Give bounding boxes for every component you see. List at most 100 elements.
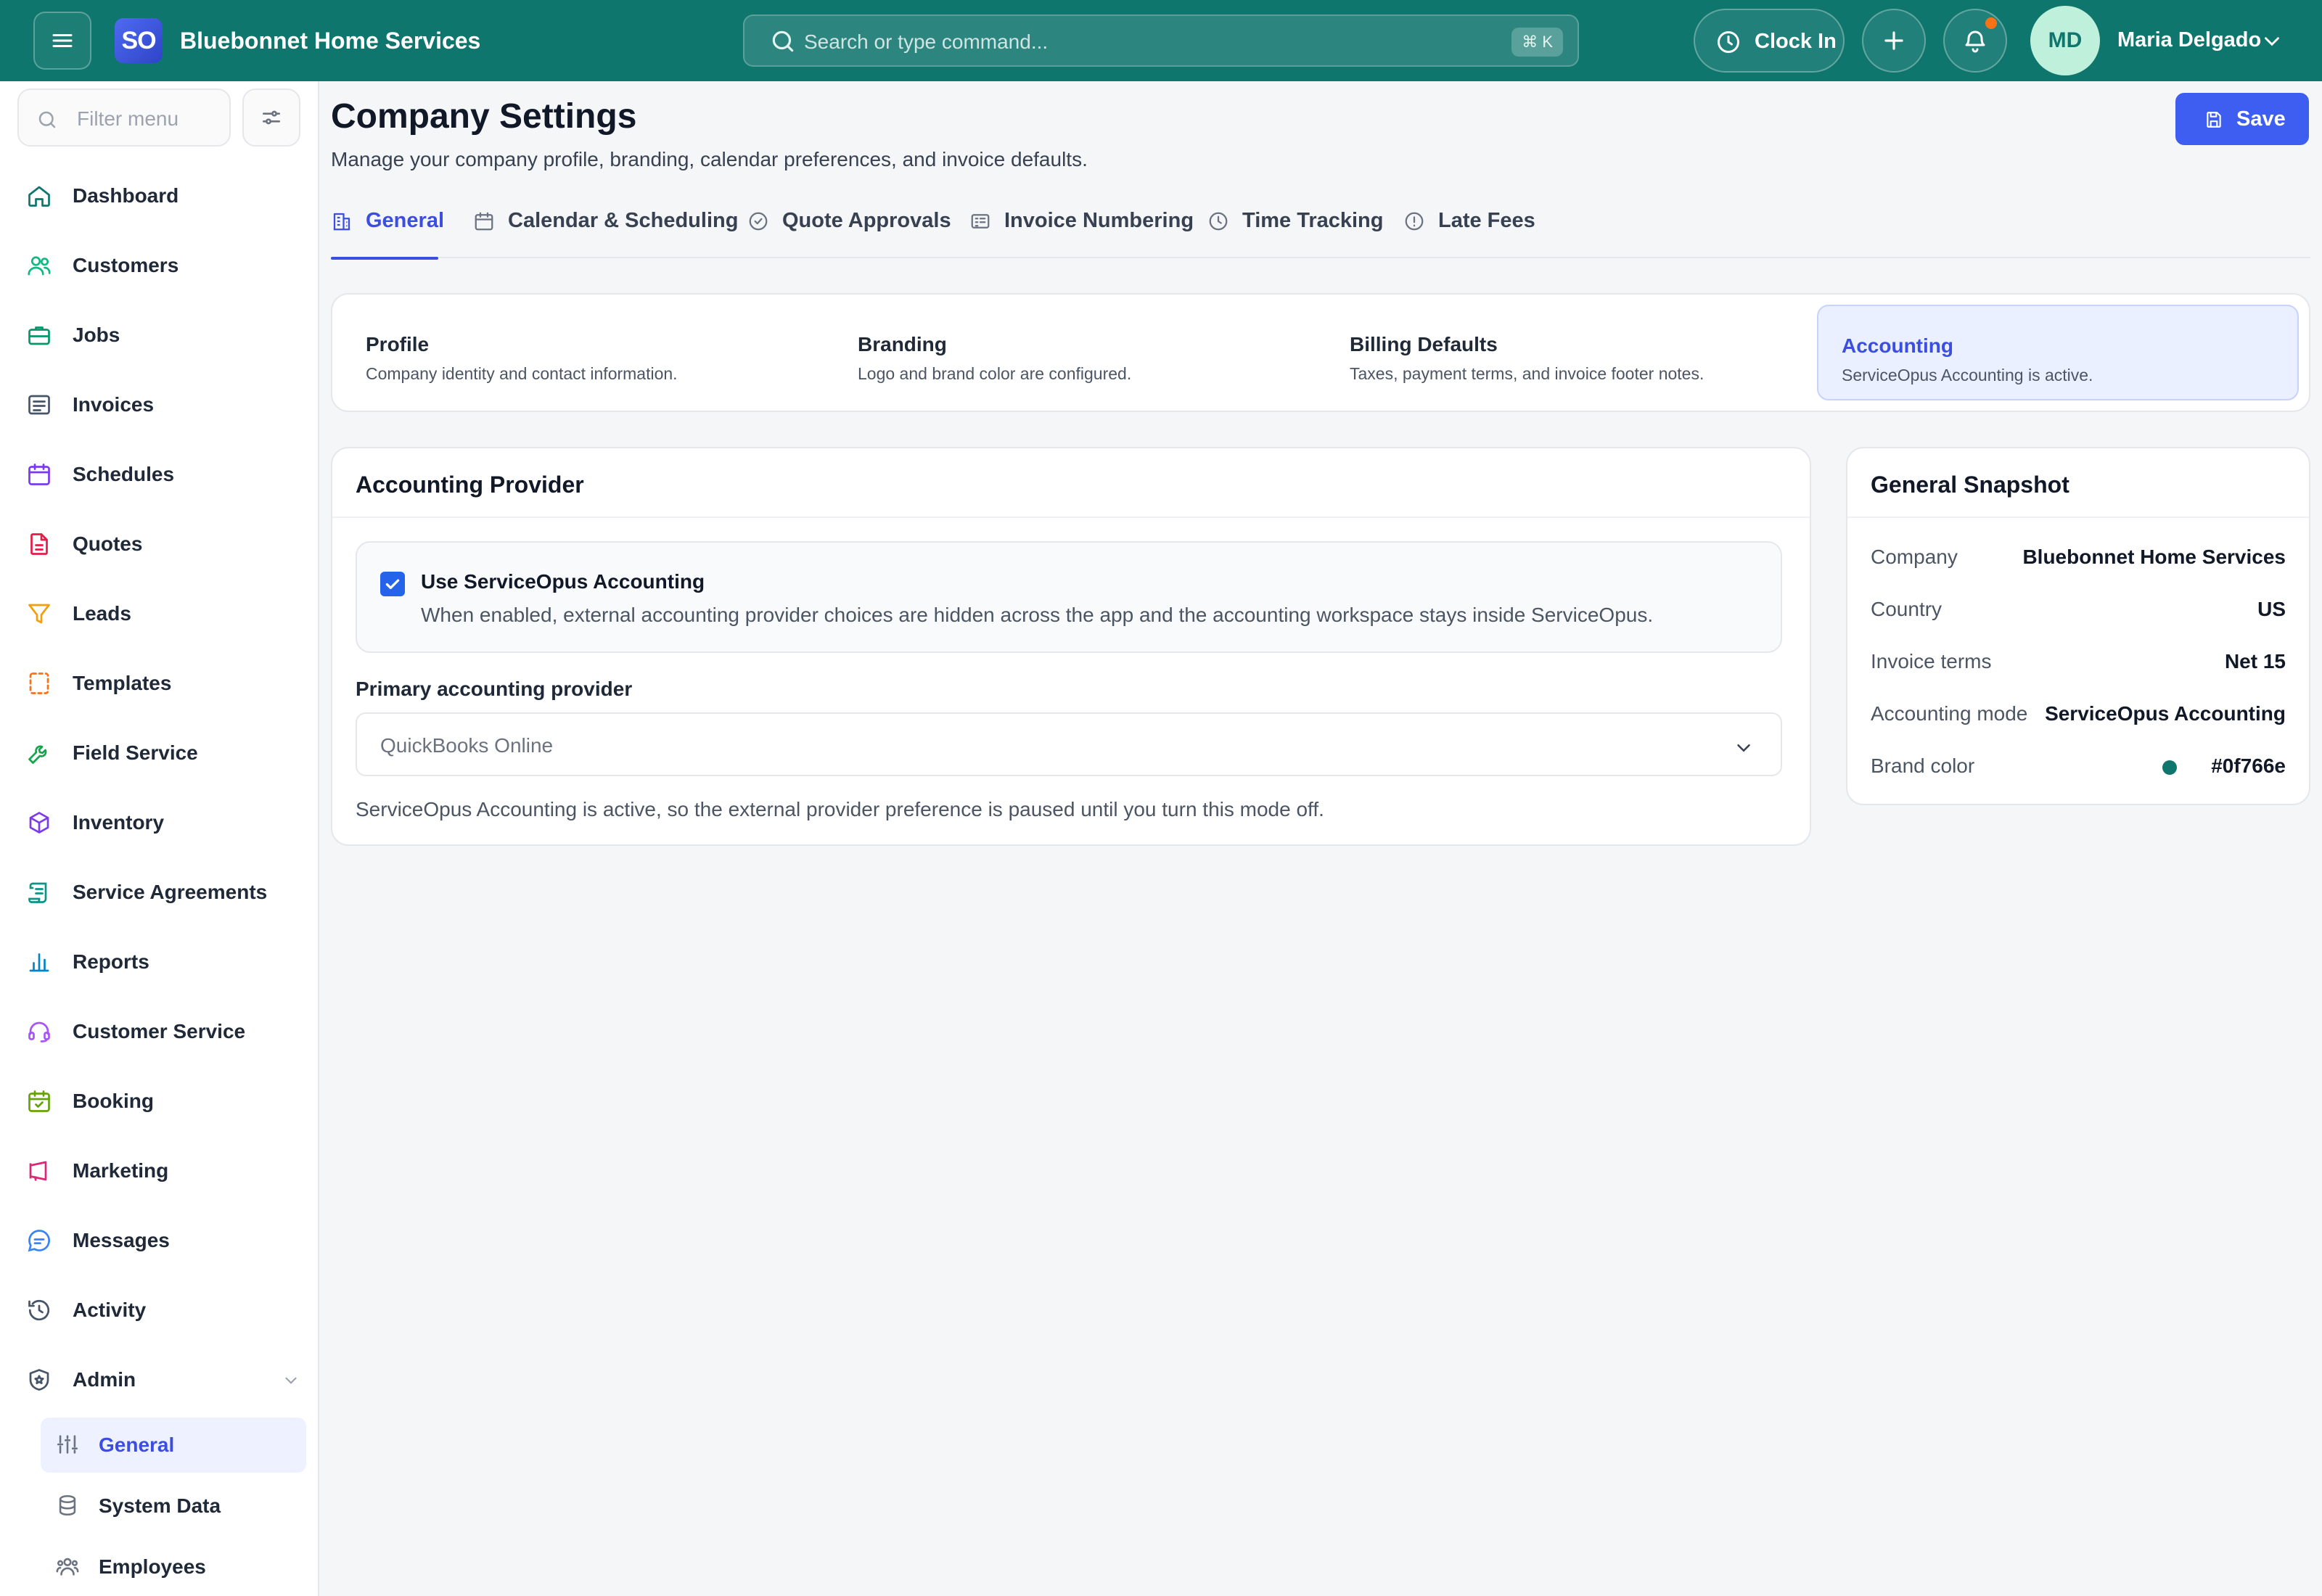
search-input[interactable]: Search or type command... [804, 30, 1048, 54]
sliders-icon [57, 1435, 78, 1454]
sidebar-subitem-system-data[interactable]: System Data [41, 1478, 306, 1534]
plus-icon [1884, 31, 1903, 50]
tab-quote-approvals[interactable]: Quote Approvals [747, 186, 951, 258]
tab-general[interactable]: General [331, 186, 444, 260]
sidebar-item-booking[interactable]: Booking [17, 1075, 308, 1127]
section-card-profile[interactable]: Profile Company identity and contact inf… [342, 305, 824, 400]
filter-menu-input[interactable]: Filter menu [17, 89, 231, 147]
sidebar-item-customers[interactable]: Customers [17, 239, 308, 292]
sidebar-item-label: Customers [73, 254, 179, 276]
panel-header: Accounting Provider [332, 448, 1810, 518]
tab-label: Invoice Numbering [1004, 209, 1194, 232]
sidebar-item-label: Schedules [73, 463, 175, 485]
section-card-accounting[interactable]: Accounting ServiceOpus Accounting is act… [1817, 305, 2299, 400]
scroll-icon [28, 882, 47, 903]
sidebar-item-label: Service Agreements [73, 881, 268, 903]
user-name[interactable]: Maria Delgado [2117, 27, 2261, 53]
chat-icon [28, 1230, 50, 1252]
provider-field-label: Primary accounting provider [356, 678, 633, 700]
clock-in-button[interactable]: Clock In [1694, 9, 1845, 73]
shield-icon [29, 1369, 49, 1391]
save-button[interactable]: Save [2175, 93, 2309, 145]
tab-calendar-scheduling[interactable]: Calendar & Scheduling [473, 186, 738, 258]
sidebar-subitem-employees[interactable]: Employees [41, 1539, 306, 1595]
tab-label: Calendar & Scheduling [508, 209, 739, 232]
menu-toggle-button[interactable] [33, 12, 91, 70]
sidebar-item-label: Messages [73, 1229, 170, 1251]
checkmark-icon [385, 579, 400, 590]
chevron-down-icon[interactable] [2260, 29, 2284, 54]
snapshot-key: Company [1871, 546, 1958, 568]
use-serviceopus-accounting-checkbox[interactable] [380, 572, 405, 596]
sidebar-item-invoices[interactable]: Invoices [17, 379, 308, 431]
search-icon [772, 30, 794, 52]
section-card-title: Billing Defaults [1350, 333, 1498, 355]
snapshot-row-country: Country US [1871, 595, 2286, 624]
calendar-icon [475, 212, 493, 231]
search-shortcut-badge: ⌘ K [1511, 28, 1563, 57]
sidebar-item-label: Admin [73, 1368, 136, 1391]
snapshot-key: Country [1871, 598, 1942, 620]
briefcase-icon [28, 326, 50, 345]
sidebar-item-jobs[interactable]: Jobs [17, 309, 308, 361]
command-search[interactable]: Search or type command... ⌘ K [743, 15, 1579, 67]
tab-label: Quote Approvals [782, 209, 951, 232]
section-card-branding[interactable]: Branding Logo and brand color are config… [834, 305, 1316, 400]
sidebar-item-leads[interactable]: Leads [17, 588, 308, 640]
filter-options-button[interactable] [242, 89, 300, 147]
file-text-icon [30, 533, 48, 555]
primary-accounting-provider-select[interactable]: QuickBooks Online [356, 712, 1782, 776]
sidebar-item-quotes[interactable]: Quotes [17, 518, 308, 570]
sidebar-item-reports[interactable]: Reports [17, 936, 308, 988]
snapshot-row-brand-color: Brand color #0f766e [1871, 752, 2286, 781]
section-card-description: Logo and brand color are configured. [858, 364, 1132, 383]
page-title: Company Settings [331, 97, 637, 136]
serviceopus-accounting-toggle[interactable]: Use ServiceOpus Accounting When enabled,… [356, 541, 1782, 653]
tab-time-tracking[interactable]: Time Tracking [1207, 186, 1384, 258]
app-logo[interactable]: SO [115, 18, 163, 63]
sidebar-item-inventory[interactable]: Inventory [17, 797, 308, 849]
page-subtitle: Manage your company profile, branding, c… [331, 148, 1088, 170]
sidebar-item-admin[interactable]: Admin [17, 1354, 308, 1406]
tab-invoice-numbering[interactable]: Invoice Numbering [969, 186, 1194, 258]
building-icon [333, 213, 350, 231]
wrench-icon [28, 745, 47, 764]
quick-add-button[interactable] [1862, 9, 1926, 73]
notifications-button[interactable] [1943, 9, 2007, 73]
section-card-title: Accounting [1842, 334, 1953, 357]
calendar-icon [28, 464, 50, 485]
calendar-check-icon [28, 1090, 50, 1112]
sidebar-item-messages[interactable]: Messages [17, 1214, 308, 1267]
funnel-icon [28, 604, 50, 624]
sidebar-item-templates[interactable]: Templates [17, 657, 308, 709]
sidebar-subitem-general[interactable]: General [41, 1418, 306, 1473]
sidebar-item-field-service[interactable]: Field Service [17, 727, 308, 779]
section-card-title: Branding [858, 333, 947, 355]
alert-circle-icon [1405, 212, 1424, 231]
tab-late-fees[interactable]: Late Fees [1403, 186, 1535, 258]
sidebar: Filter menu Dashboard Customers Jobs Inv… [0, 81, 319, 1596]
home-icon [28, 186, 50, 207]
sidebar-item-label: Reports [73, 950, 149, 973]
provider-help-text: ServiceOpus Accounting is active, so the… [356, 798, 1324, 820]
avatar[interactable]: MD [2030, 6, 2100, 75]
list-numbered-icon [971, 214, 990, 229]
sidebar-item-activity[interactable]: Activity [17, 1284, 308, 1336]
company-name: Bluebonnet Home Services [180, 28, 481, 54]
sidebar-item-schedules[interactable]: Schedules [17, 448, 308, 501]
box-icon [29, 812, 49, 834]
sliders-icon [263, 110, 280, 125]
brand-color-swatch [2162, 760, 2177, 775]
sidebar-item-label: Templates [73, 672, 172, 694]
settings-tabs: General Calendar & Scheduling Quote Appr… [331, 186, 2310, 260]
snapshot-row-accounting-mode: Accounting mode ServiceOpus Accounting [1871, 699, 2286, 728]
section-card-billing-defaults[interactable]: Billing Defaults Taxes, payment terms, a… [1326, 305, 1808, 400]
chevron-down-icon[interactable] [282, 1371, 300, 1390]
sidebar-subitem-label: General [99, 1433, 175, 1456]
sidebar-item-customer-service[interactable]: Customer Service [17, 1005, 308, 1058]
snapshot-value: Bluebonnet Home Services [2022, 546, 2286, 568]
sidebar-item-marketing[interactable]: Marketing [17, 1145, 308, 1197]
sidebar-item-service-agreements[interactable]: Service Agreements [17, 866, 308, 918]
sidebar-item-dashboard[interactable]: Dashboard [17, 170, 308, 222]
sidebar-item-label: Activity [73, 1299, 147, 1321]
